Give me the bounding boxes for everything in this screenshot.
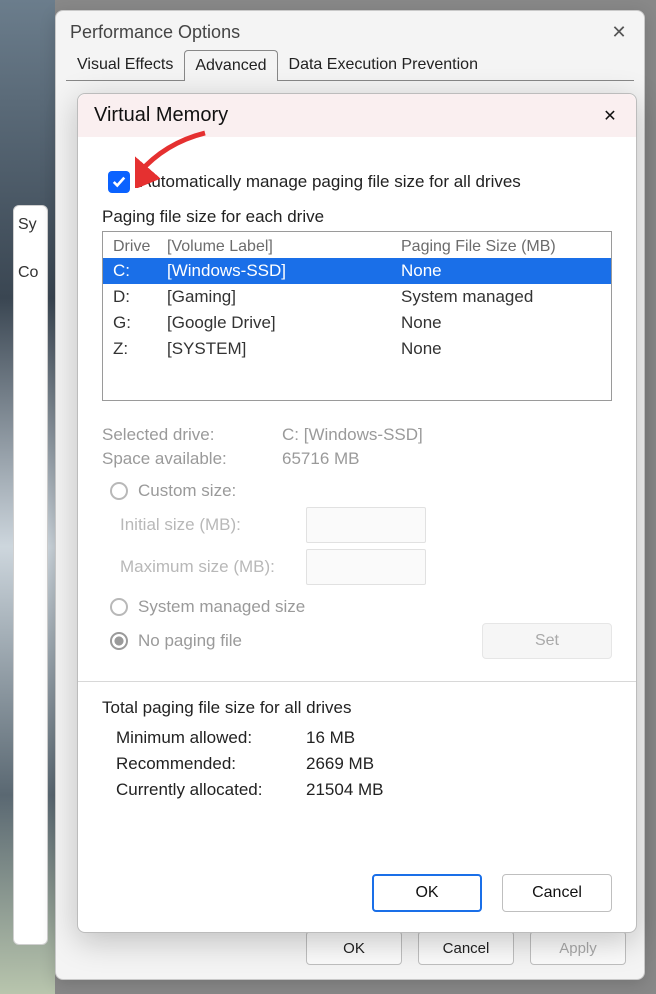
drive-list-panel: Drive [Volume Label] Paging File Size (M… (102, 231, 612, 401)
drive-row-z[interactable]: Z: [SYSTEM] None (103, 336, 611, 362)
max-size-label: Maximum size (MB): (120, 557, 290, 577)
vm-cancel-button[interactable]: Cancel (502, 874, 612, 912)
currently-allocated-value: 21504 MB (306, 780, 384, 800)
radio-custom-size (110, 482, 128, 500)
radio-no-paging (110, 632, 128, 650)
drive-letter: C: (113, 261, 167, 281)
perf-cancel-button[interactable]: Cancel (418, 931, 514, 965)
radio-none-row: No paging file Set (110, 623, 612, 659)
tab-divider (66, 80, 634, 81)
drive-size: None (401, 261, 601, 281)
space-available-label: Space available: (102, 449, 282, 469)
drive-letter: G: (113, 313, 167, 333)
tab-visual-effects[interactable]: Visual Effects (66, 49, 184, 80)
col-size: Paging File Size (MB) (401, 238, 601, 256)
col-drive: Drive (113, 238, 167, 256)
tab-advanced[interactable]: Advanced (184, 50, 277, 81)
drive-letter: D: (113, 287, 167, 307)
drive-row-c[interactable]: C: [Windows-SSD] None (103, 258, 611, 284)
under-title-fragment: Sy (18, 216, 43, 234)
perf-titlebar: Performance Options (56, 11, 644, 49)
vm-ok-button[interactable]: OK (372, 874, 482, 912)
selected-drive-value: C: [Windows-SSD] (282, 425, 423, 445)
drive-group-title: Paging file size for each drive (102, 207, 612, 227)
check-icon (112, 175, 126, 189)
initial-size-row: Initial size (MB): (120, 507, 612, 543)
radio-none-label: No paging file (138, 631, 242, 651)
selected-drive-info: Selected drive: C: [Windows-SSD] Space a… (102, 425, 612, 469)
drive-size: None (401, 339, 601, 359)
currently-allocated-label: Currently allocated: (116, 780, 306, 800)
vm-title: Virtual Memory (94, 104, 228, 127)
recommended-value: 2669 MB (306, 754, 374, 774)
drive-row-d[interactable]: D: [Gaming] System managed (103, 284, 611, 310)
initial-size-input (306, 507, 426, 543)
min-allowed-value: 16 MB (306, 728, 355, 748)
set-button: Set (482, 623, 612, 659)
radio-managed-row: System managed size (110, 597, 612, 617)
col-volume: [Volume Label] (167, 238, 401, 256)
auto-manage-checkbox[interactable] (108, 171, 130, 193)
perf-title: Performance Options (70, 22, 240, 43)
perf-ok-button[interactable]: OK (306, 931, 402, 965)
space-available-value: 65716 MB (282, 449, 360, 469)
min-allowed-label: Minimum allowed: (116, 728, 306, 748)
radio-custom-label: Custom size: (138, 481, 236, 501)
totals-block: Total paging file size for all drives Mi… (102, 698, 612, 800)
under-row-fragment: Co (18, 264, 43, 282)
drive-list-header: Drive [Volume Label] Paging File Size (M… (103, 232, 611, 258)
underlying-settings-window: Sy Co (13, 205, 48, 945)
radio-managed-label: System managed size (138, 597, 305, 617)
virtual-memory-dialog: Virtual Memory Automatically manage pagi… (77, 93, 637, 933)
divider (78, 681, 636, 682)
drive-label: [SYSTEM] (167, 339, 401, 359)
drive-letter: Z: (113, 339, 167, 359)
totals-title: Total paging file size for all drives (102, 698, 612, 718)
vm-button-row: OK Cancel (78, 858, 636, 932)
selected-drive-label: Selected drive: (102, 425, 282, 445)
vm-body: Automatically manage paging file size fo… (78, 137, 636, 858)
drive-list: C: [Windows-SSD] None D: [Gaming] System… (103, 258, 611, 400)
auto-manage-label: Automatically manage paging file size fo… (140, 172, 521, 192)
perf-button-row: OK Cancel Apply (306, 931, 626, 965)
max-size-input (306, 549, 426, 585)
close-icon[interactable] (600, 106, 620, 126)
max-size-row: Maximum size (MB): (120, 549, 612, 585)
drive-row-g[interactable]: G: [Google Drive] None (103, 310, 611, 336)
initial-size-label: Initial size (MB): (120, 515, 290, 535)
recommended-label: Recommended: (116, 754, 306, 774)
drive-size: System managed (401, 287, 601, 307)
tab-dep[interactable]: Data Execution Prevention (278, 49, 489, 80)
auto-manage-row: Automatically manage paging file size fo… (108, 171, 612, 193)
drive-size: None (401, 313, 601, 333)
perf-tabs: Visual Effects Advanced Data Execution P… (56, 49, 644, 80)
close-icon[interactable] (608, 21, 630, 43)
drive-label: [Gaming] (167, 287, 401, 307)
drive-label: [Google Drive] (167, 313, 401, 333)
radio-system-managed (110, 598, 128, 616)
perf-apply-button: Apply (530, 931, 626, 965)
vm-titlebar: Virtual Memory (78, 94, 636, 137)
drive-label: [Windows-SSD] (167, 261, 401, 281)
radio-custom-size-row: Custom size: (110, 481, 612, 501)
